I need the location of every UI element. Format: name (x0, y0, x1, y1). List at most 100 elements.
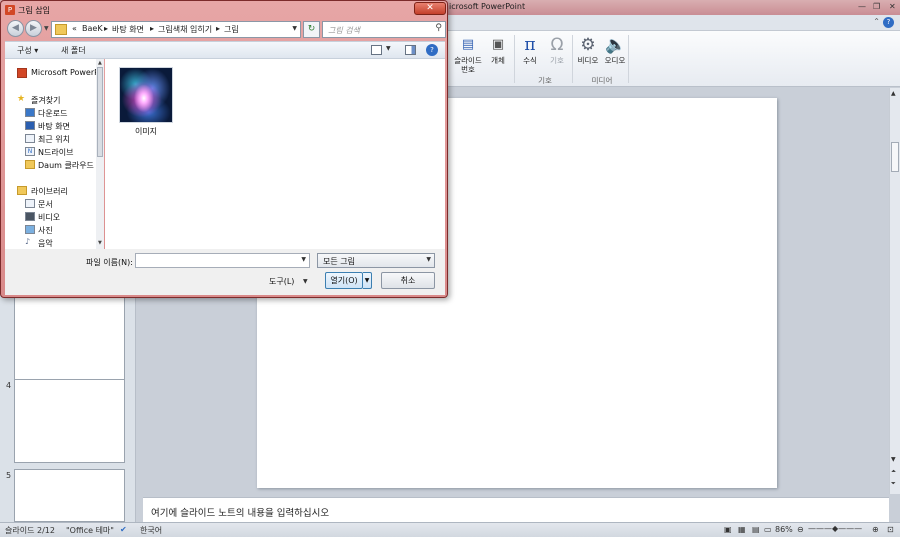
nav-item-libraries[interactable]: 라이브러리 (31, 186, 68, 197)
zoom-slider[interactable]: ———◆——— (808, 524, 862, 533)
refresh-button[interactable]: ↻ (303, 21, 320, 38)
filename-dropdown-icon[interactable]: ▼ (301, 256, 306, 263)
filename-label: 파일 이름(N): (86, 258, 133, 267)
new-folder-button[interactable]: 새 폴더 (61, 45, 86, 56)
address-dropdown-icon[interactable]: ▼ (292, 25, 297, 32)
nav-item-pictures[interactable]: 사진 (38, 225, 53, 236)
navigation-pane: Microsoft PowerPo ★ 즐겨찾기 다운로드 바탕 화면 최근 위… (5, 59, 104, 249)
reading-view-icon[interactable]: ▤ (752, 525, 760, 534)
command-bar: 구성 ▾ 새 폴더 ▼ ? (5, 41, 445, 59)
close-icon[interactable]: ✕ (889, 2, 896, 11)
download-folder-icon (25, 108, 35, 117)
nav-item-daum-cloud[interactable]: Daum 클라우드 (38, 160, 94, 171)
image-file-thumbnail[interactable] (119, 67, 173, 123)
ribbon-collapse-icon[interactable]: ⌃ (873, 17, 880, 26)
videos-icon (25, 212, 35, 221)
open-button[interactable]: 열기(O) (325, 272, 363, 289)
notes-pane[interactable]: 여기에 슬라이드 노트의 내용을 입력하십시오 (143, 497, 889, 522)
navigation-bar: ◀ ▶ ▼ « BaeK ▸ 바탕 화면 ▸ 그림색채 입히기 ▸ 그림 ▼ ↻… (5, 19, 446, 41)
breadcrumb-separator-icon[interactable]: ▸ (104, 24, 108, 33)
scroll-down-icon[interactable]: ▼ (891, 456, 896, 463)
maximize-icon[interactable]: ❐ (873, 2, 880, 11)
slide-number-icon: ▤ (461, 37, 475, 52)
navigation-scrollbar[interactable] (96, 59, 104, 249)
nav-item-desktop[interactable]: 바탕 화면 (38, 121, 70, 132)
slide-sorter-icon[interactable]: ▦ (738, 525, 746, 534)
slide-thumbnail[interactable] (14, 379, 125, 463)
nav-item-recent[interactable]: 최근 위치 (38, 134, 70, 145)
scrollbar-thumb[interactable] (97, 67, 103, 157)
object-label: 개체 (491, 56, 505, 65)
nav-item-documents[interactable]: 문서 (38, 199, 53, 210)
scroll-up-icon[interactable]: ▲ (891, 90, 896, 97)
nav-item-favorites[interactable]: 즐겨찾기 (31, 95, 60, 106)
breadcrumb-desktop[interactable]: 바탕 화면 (112, 24, 144, 35)
notes-placeholder: 여기에 슬라이드 노트의 내용을 입력하십시오 (151, 508, 330, 519)
equation-label: 수식 (523, 56, 537, 65)
filetype-value: 모든 그림 (323, 257, 355, 266)
nav-item-powerpoint[interactable]: Microsoft PowerPo (31, 68, 104, 77)
zoom-in-icon[interactable]: ⊕ (872, 525, 879, 534)
slide-number-label: 슬라이드 번호 (454, 56, 482, 74)
breadcrumb-baek[interactable]: BaeK (82, 24, 103, 33)
status-bar: 슬라이드 2/12 "Office 테마" ✔ 한국어 ▣ ▦ ▤ ▭ 86% … (0, 522, 900, 537)
zoom-out-icon[interactable]: ⊖ (797, 525, 804, 534)
filetype-dropdown-icon[interactable]: ▼ (426, 256, 431, 263)
nav-item-videos[interactable]: 비디오 (38, 212, 60, 223)
preview-pane-icon[interactable] (405, 45, 416, 55)
slide-thumbnail[interactable] (14, 296, 125, 380)
nav-item-downloads[interactable]: 다운로드 (38, 108, 67, 119)
filename-input[interactable]: ▼ (135, 253, 310, 268)
nav-item-music[interactable]: 음악 (38, 238, 53, 249)
previous-slide-icon[interactable]: ⏶ (891, 468, 896, 476)
breadcrumb-separator-icon[interactable]: ▸ (150, 24, 154, 33)
filetype-select[interactable]: 모든 그림 ▼ (317, 253, 435, 268)
normal-view-icon[interactable]: ▣ (724, 525, 732, 534)
search-input[interactable]: 그림 검색 ⚲ (322, 21, 446, 38)
minimize-icon[interactable]: — (858, 2, 866, 11)
group-label-media: 미디어 (591, 76, 613, 85)
scroll-down-icon[interactable]: ▼ (98, 240, 102, 246)
breadcrumb-pictures[interactable]: 그림 (224, 24, 239, 35)
pictures-icon (25, 225, 35, 234)
cancel-button[interactable]: 취소 (381, 272, 435, 289)
change-view-icon[interactable] (371, 45, 382, 55)
language-indicator[interactable]: 한국어 (140, 525, 162, 536)
views-dropdown-icon[interactable]: ▼ (386, 45, 391, 52)
slide-thumbnail[interactable] (14, 469, 125, 522)
open-options-dropdown[interactable]: ▼ (363, 272, 372, 289)
scrollbar-thumb[interactable] (891, 142, 899, 172)
powerpoint-icon (17, 68, 27, 78)
tools-button[interactable]: 도구(L) (269, 276, 294, 287)
recent-pages-icon[interactable]: ▼ (44, 25, 49, 32)
symbol-button[interactable]: Ω 기호 (541, 35, 573, 65)
zoom-level[interactable]: 86% (775, 525, 793, 534)
video-label: 비디오 (577, 56, 599, 65)
breadcrumb-overflow[interactable]: « (72, 24, 77, 33)
help-icon[interactable]: ? (883, 17, 894, 28)
slide-number-button[interactable]: ▤ 슬라이드 번호 (452, 35, 484, 74)
spellcheck-icon[interactable]: ✔ (120, 525, 127, 534)
breadcrumb-coloring[interactable]: 그림색채 입히기 (158, 24, 212, 35)
forward-button[interactable]: ▶ (25, 20, 42, 37)
back-button[interactable]: ◀ (7, 20, 24, 37)
theme-name: "Office 테마" (66, 526, 114, 535)
help-icon[interactable]: ? (426, 44, 438, 56)
tools-dropdown-icon[interactable]: ▼ (303, 278, 308, 285)
breadcrumb-separator-icon[interactable]: ▸ (216, 24, 220, 33)
search-icon[interactable]: ⚲ (435, 23, 442, 33)
search-placeholder: 그림 검색 (328, 26, 360, 35)
slideshow-icon[interactable]: ▭ (764, 525, 772, 534)
organize-button[interactable]: 구성 ▾ (17, 45, 38, 56)
vertical-scrollbar[interactable]: ▲ ▼ ⏶ ⏷ (889, 88, 900, 494)
image-file-label[interactable]: 이미지 (121, 126, 171, 137)
address-bar[interactable]: « BaeK ▸ 바탕 화면 ▸ 그림색채 입히기 ▸ 그림 ▼ (51, 21, 301, 38)
nav-item-ndrive[interactable]: N드라이브 (38, 147, 73, 158)
fit-to-window-icon[interactable]: ⊡ (887, 525, 894, 534)
audio-button[interactable]: 🔈 오디오 (599, 35, 631, 65)
dialog-close-button[interactable]: ✕ (414, 2, 446, 15)
scroll-up-icon[interactable]: ▲ (98, 60, 102, 66)
object-button[interactable]: ▣ 개체 (482, 35, 514, 65)
pi-icon: π (524, 35, 536, 55)
next-slide-icon[interactable]: ⏷ (891, 480, 896, 488)
